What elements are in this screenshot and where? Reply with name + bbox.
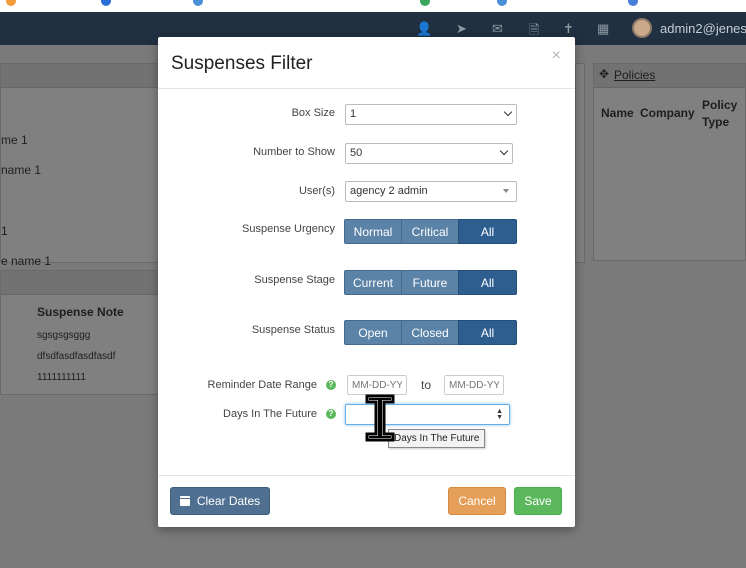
box-size-select[interactable]: 1 [345, 104, 517, 125]
urgency-button-group: Normal Critical All [344, 219, 517, 244]
cancel-button[interactable]: Cancel [448, 487, 506, 515]
policies-title[interactable]: Policies [614, 68, 655, 82]
browser-favicon-icon [101, 0, 111, 6]
left-panel: me 1 name 1 1 e name 1 [0, 63, 170, 268]
table-cell: sgsgsgsggg [37, 330, 91, 341]
reminder-from-input[interactable] [347, 375, 407, 395]
status-all-button[interactable]: All [458, 320, 517, 345]
browser-favicon-icon [628, 0, 638, 6]
calendar-icon [179, 496, 190, 506]
list-item: name 1 [1, 163, 42, 177]
modal-header: Suspenses Filter × [158, 37, 575, 89]
stage-button-group: Current Future All [344, 270, 517, 295]
help-icon[interactable]: ? [326, 409, 336, 419]
days-in-future-label: Days In The Future [223, 408, 317, 420]
status-open-button[interactable]: Open [344, 320, 401, 345]
table-cell: dfsdfasdfasdfasdf [37, 351, 116, 362]
number-to-show-select[interactable]: 50 [345, 143, 513, 164]
add-user-icon[interactable]: 👤 [416, 21, 432, 37]
reminder-range-label: Reminder Date Range [207, 379, 317, 391]
clear-dates-label: Clear Dates [196, 494, 261, 508]
urgency-normal-button[interactable]: Normal [344, 219, 401, 244]
middle-panel-edge [575, 63, 585, 263]
avatar [632, 18, 652, 38]
stage-future-button[interactable]: Future [401, 270, 458, 295]
sort-arrows-icon: ▲ ▼ [496, 408, 503, 421]
username: admin2@jenesis [660, 20, 746, 36]
status-label: Suspense Status [251, 324, 335, 336]
box-size-value: 1 [350, 108, 357, 120]
list-item: 1 [1, 224, 8, 238]
caret-down-icon [503, 189, 509, 193]
column-header: Name [601, 106, 634, 120]
box-size-label: Box Size [291, 107, 335, 119]
calendar-icon[interactable]: ▦ [597, 21, 609, 37]
number-to-show-label: Number to Show [253, 146, 335, 158]
close-icon[interactable]: × [552, 47, 561, 65]
suspense-notes-panel: Suspense Note sgsgsgsggg dfsdfasdfasdfas… [0, 270, 170, 395]
notes-panel-header [1, 271, 169, 295]
status-button-group: Open Closed All [344, 320, 517, 345]
users-label: User(s) [298, 185, 335, 197]
paper-plane-icon[interactable]: ➤ [456, 21, 467, 37]
browser-favicon-icon [6, 0, 16, 6]
reminder-to-input[interactable] [444, 375, 504, 395]
status-closed-button[interactable]: Closed [401, 320, 458, 345]
chevron-down-icon [499, 146, 509, 156]
column-header: Suspense Note [37, 305, 124, 319]
number-to-show-value: 50 [350, 147, 363, 159]
column-header: Policy Type [702, 98, 738, 129]
urgency-label: Suspense Urgency [242, 223, 335, 235]
user-menu[interactable]: admin2@jenesis [632, 18, 746, 38]
browser-favicon-icon [420, 0, 430, 6]
left-panel-header [1, 64, 169, 88]
clear-dates-button[interactable]: Clear Dates [170, 487, 270, 515]
utensils-icon[interactable]: ✝ [563, 21, 574, 37]
to-label: to [421, 378, 432, 392]
move-icon: ✥ [599, 67, 610, 81]
text-cursor-icon [365, 394, 395, 442]
days-in-future-tooltip: Days In The Future [388, 429, 486, 448]
browser-tab-strip [0, 0, 746, 12]
browser-favicon-icon [497, 0, 507, 6]
column-header: Company [640, 106, 695, 120]
chevron-down-icon [503, 107, 513, 117]
urgency-all-button[interactable]: All [458, 219, 517, 244]
modal-title: Suspenses Filter [171, 53, 313, 74]
stage-label: Suspense Stage [254, 274, 335, 286]
save-button[interactable]: Save [514, 487, 562, 515]
browser-favicon-icon [193, 0, 203, 6]
envelope-icon[interactable]: ✉ [492, 21, 503, 37]
stage-all-button[interactable]: All [458, 270, 517, 295]
suspenses-filter-modal: Suspenses Filter × Box Size 1 Number to … [158, 37, 575, 527]
stage-current-button[interactable]: Current [344, 270, 401, 295]
urgency-critical-button[interactable]: Critical [401, 219, 458, 244]
help-icon[interactable]: ? [326, 380, 336, 390]
list-item: e name 1 [1, 254, 52, 268]
policies-panel-header: ✥ Policies [594, 64, 745, 88]
table-cell: 1111111111 [37, 372, 86, 383]
bg-filler [585, 270, 746, 568]
policies-panel: ✥ Policies Name Company Policy Type [593, 63, 746, 261]
users-select[interactable]: agency 2 admin [345, 181, 517, 202]
list-item: me 1 [1, 133, 28, 147]
users-value: agency 2 admin [350, 185, 428, 197]
